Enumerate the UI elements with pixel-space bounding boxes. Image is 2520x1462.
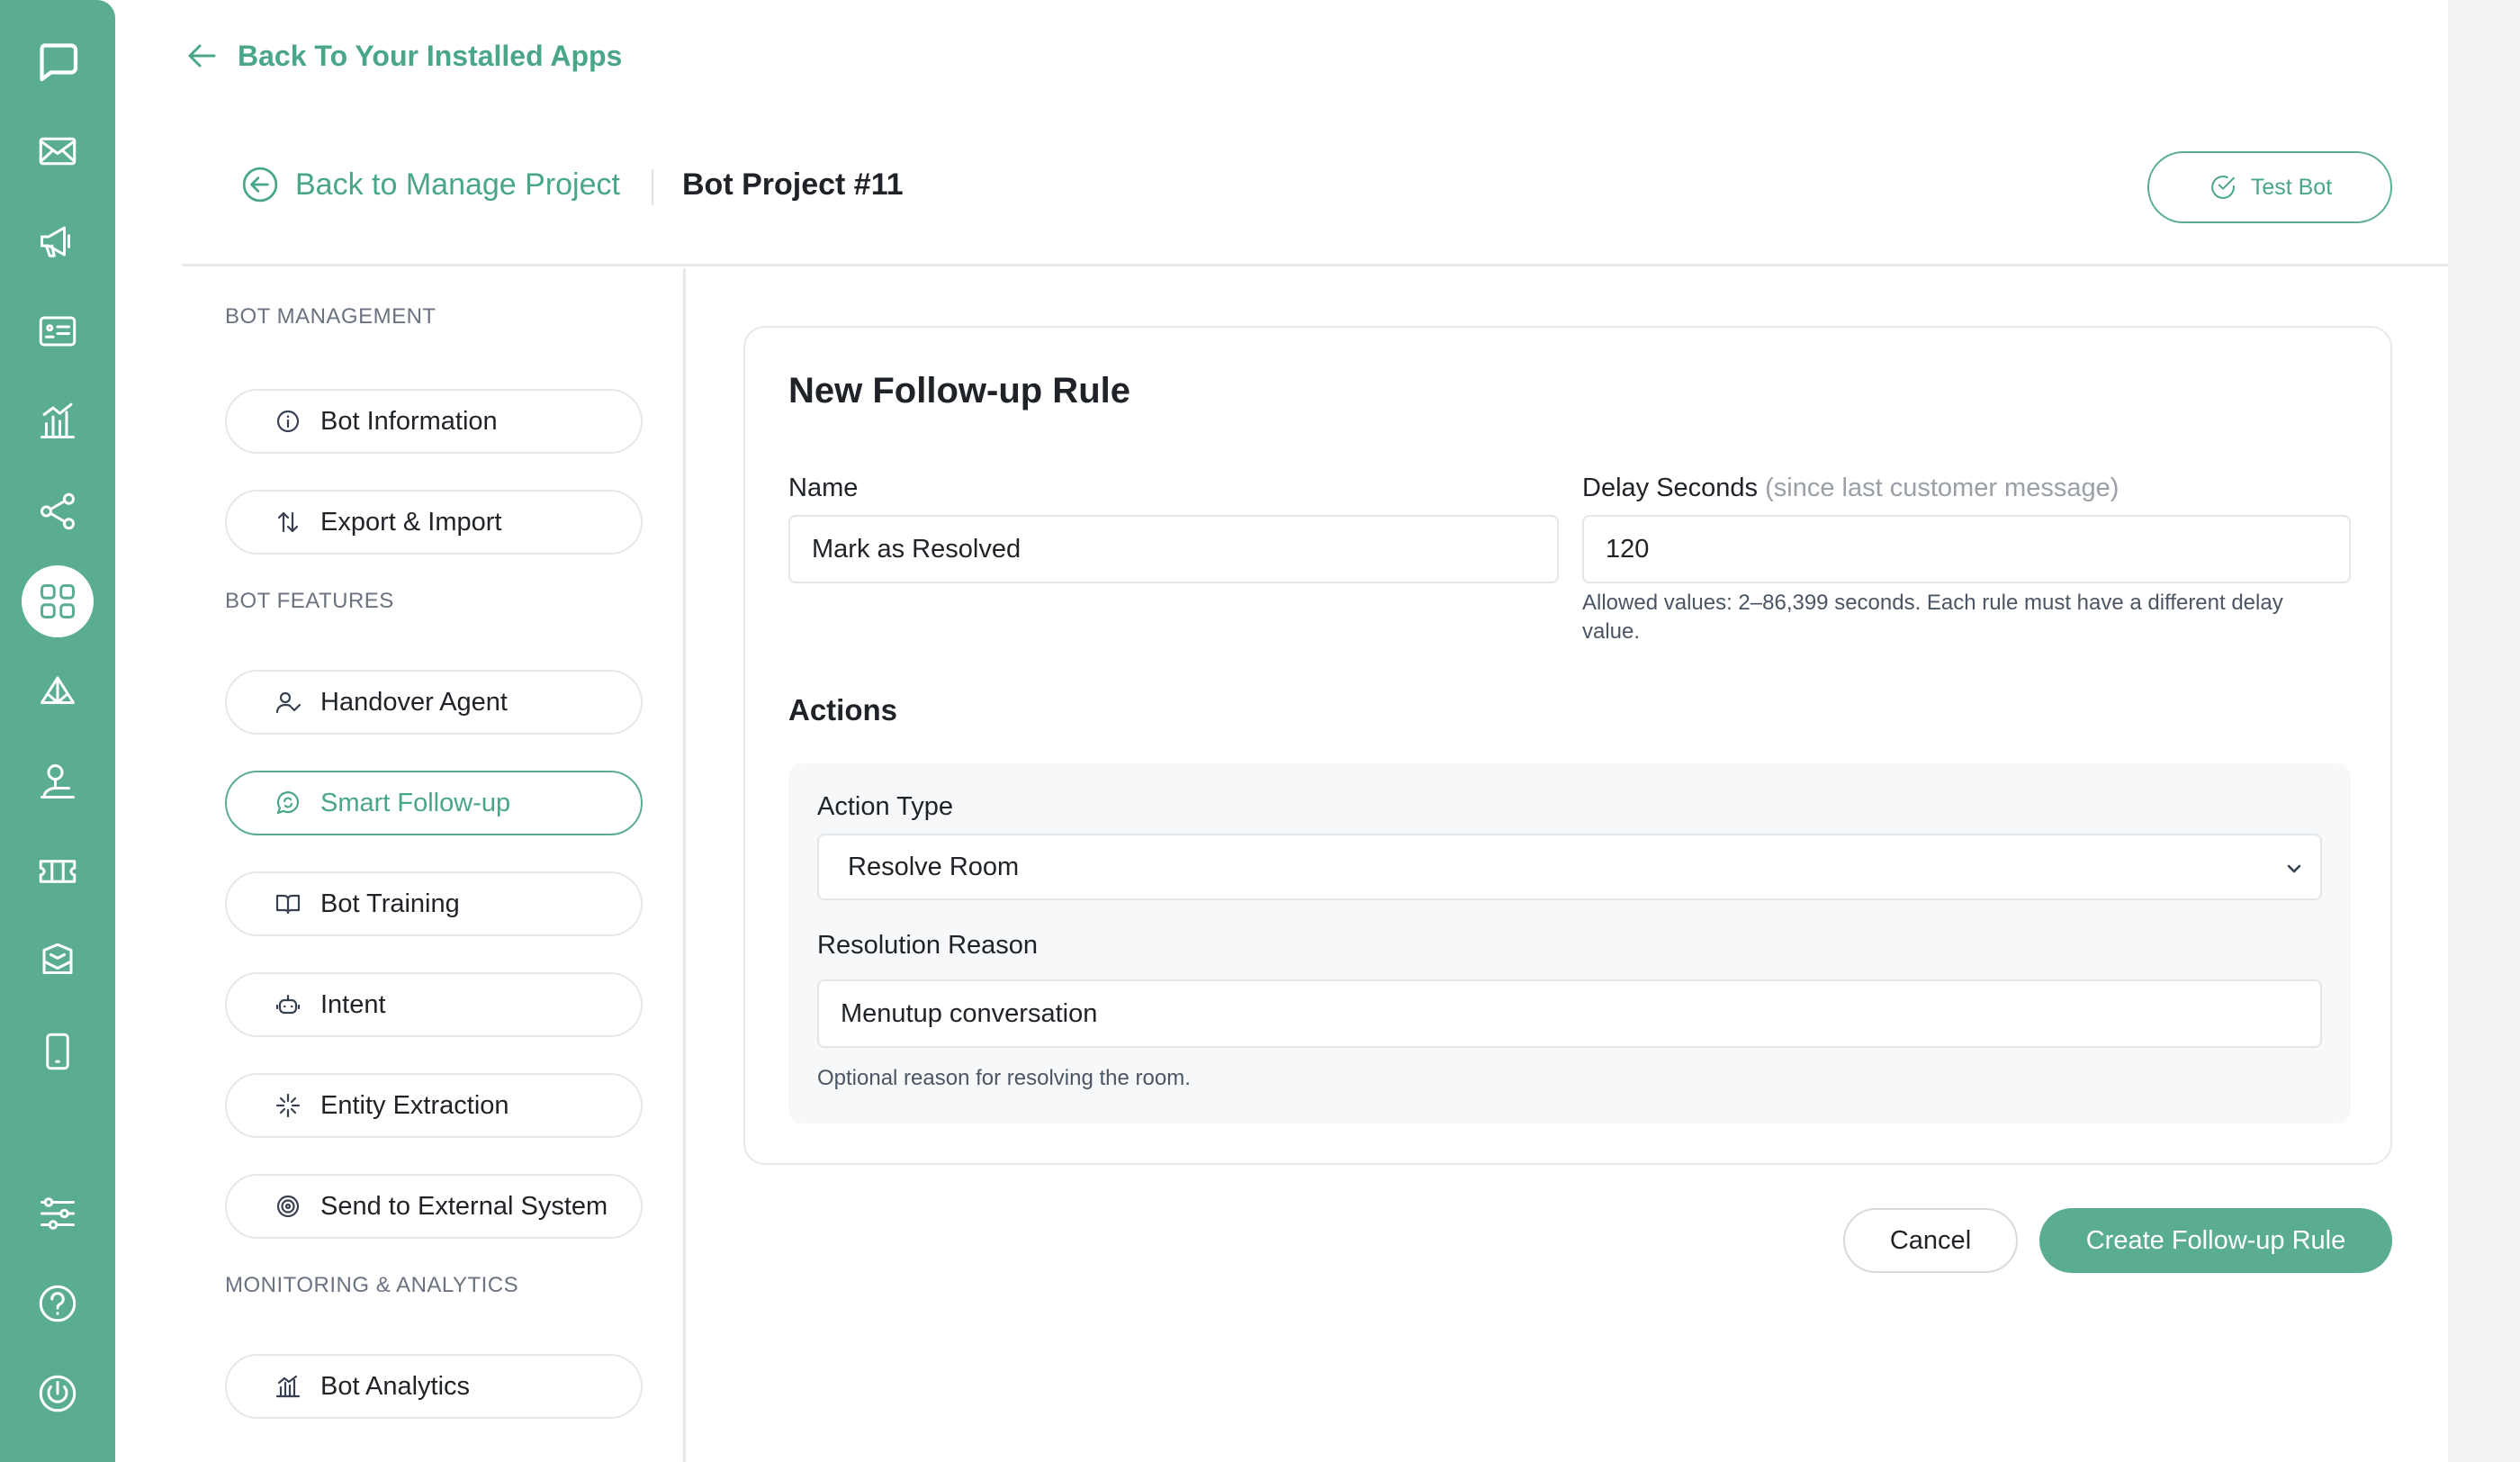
action-type-label: Action Type <box>817 792 954 821</box>
action-panel: Action Type Resolve Room Resolution Reas… <box>788 763 2351 1124</box>
sidebar-item-label: Entity Extraction <box>320 1090 509 1120</box>
right-gutter <box>2448 0 2520 1462</box>
chat-refresh-icon <box>276 791 300 815</box>
create-follow-up-rule-button[interactable]: Create Follow-up Rule <box>2039 1208 2392 1273</box>
cancel-button[interactable]: Cancel <box>1843 1208 2018 1273</box>
sidebar-item-label: Bot Information <box>320 406 498 436</box>
section-title-bot-management: BOT MANAGEMENT <box>225 304 436 329</box>
check-circle-icon <box>2210 176 2235 199</box>
form-title: New Follow-up Rule <box>788 371 1130 411</box>
sidebar-item-bot-analytics[interactable]: Bot Analytics <box>225 1354 643 1419</box>
sidebar-item-entity-extraction[interactable]: Entity Extraction <box>225 1073 643 1138</box>
swap-vertical-icon <box>277 511 299 533</box>
info-icon <box>276 410 300 433</box>
back-to-manage-project-link[interactable]: Back to Manage Project <box>241 166 620 203</box>
chevron-down-icon <box>2287 864 2301 873</box>
actions-title: Actions <box>788 693 898 726</box>
inbox-icon[interactable] <box>22 925 94 997</box>
follow-up-rule-form: New Follow-up Rule Name Mark as Resolved… <box>743 326 2392 1165</box>
integration-icon[interactable] <box>22 655 94 727</box>
app-rail <box>0 0 115 1462</box>
power-icon[interactable] <box>22 1358 94 1430</box>
name-label: Name <box>788 474 859 502</box>
delay-seconds-help: Allowed values: 2–86,399 seconds. Each r… <box>1582 589 2351 646</box>
delay-seconds-help-line1: Allowed values: 2–86,399 seconds. Each r… <box>1582 591 2283 615</box>
delay-seconds-input[interactable]: 120 <box>1582 515 2351 583</box>
sidebar-item-label: Smart Follow-up <box>320 788 511 817</box>
agent-icon[interactable] <box>22 745 94 817</box>
back-to-installed-apps-link[interactable]: Back To Your Installed Apps <box>184 38 622 74</box>
sidebar-item-label: Handover Agent <box>320 687 508 717</box>
resolution-reason-input[interactable]: Menutup conversation <box>817 979 2322 1048</box>
sidebar-item-bot-training[interactable]: Bot Training <box>225 871 643 936</box>
back-to-manage-project-label: Back to Manage Project <box>295 167 620 202</box>
bar-chart-icon <box>275 1375 301 1398</box>
sidebar-item-intent[interactable]: Intent <box>225 972 643 1037</box>
delay-seconds-label-text: Delay Seconds <box>1582 474 1759 502</box>
resolution-reason-label: Resolution Reason <box>817 931 1039 960</box>
sidebar-item-bot-information[interactable]: Bot Information <box>225 389 643 454</box>
user-check-icon <box>275 691 302 714</box>
settings-sliders-icon[interactable] <box>22 1178 94 1250</box>
delay-seconds-hint: (since last customer message) <box>1765 474 2120 502</box>
sidebar-item-export-import[interactable]: Export & Import <box>225 490 643 555</box>
sidebar-item-label: Export & Import <box>320 507 502 537</box>
sidebar-item-handover-agent[interactable]: Handover Agent <box>225 670 643 735</box>
sidebar-item-label: Bot Analytics <box>320 1371 471 1401</box>
sparkle-icon <box>275 1093 301 1118</box>
analytics-icon[interactable] <box>22 385 94 457</box>
contact-card-icon[interactable] <box>22 295 94 367</box>
name-input[interactable]: Mark as Resolved <box>788 515 1559 583</box>
help-icon[interactable] <box>22 1268 94 1340</box>
megaphone-icon[interactable] <box>22 205 94 277</box>
page-title: Bot Project #11 <box>682 167 904 202</box>
delay-seconds-help-line2: value. <box>1582 619 1641 644</box>
project-header: Back to Manage Project Bot Project #11 T… <box>182 135 2448 266</box>
sidebar-item-send-to-external-system[interactable]: Send to External System <box>225 1174 643 1239</box>
bot-settings-sidebar: BOT MANAGEMENT Bot Information Export & … <box>182 268 686 1462</box>
chat-icon[interactable] <box>22 25 94 97</box>
mail-icon[interactable] <box>22 115 94 187</box>
test-bot-label: Test Bot <box>2250 174 2333 200</box>
action-type-select[interactable]: Resolve Room <box>817 834 2322 900</box>
robot-icon <box>275 994 301 1015</box>
test-bot-button[interactable]: Test Bot <box>2147 151 2392 223</box>
apps-grid-icon[interactable] <box>22 565 94 637</box>
mobile-icon[interactable] <box>22 1015 94 1087</box>
book-icon <box>275 894 301 915</box>
sidebar-item-label: Send to External System <box>320 1191 608 1221</box>
section-title-monitoring-analytics: MONITORING & ANALYTICS <box>225 1273 519 1297</box>
action-type-selected-value: Resolve Room <box>848 852 1020 881</box>
delay-seconds-label: Delay Seconds (since last customer messa… <box>1582 474 2119 503</box>
share-icon[interactable] <box>22 475 94 547</box>
sidebar-item-smart-follow-up[interactable]: Smart Follow-up <box>225 771 643 835</box>
target-icon <box>276 1195 300 1218</box>
header-separator <box>652 169 653 205</box>
circle-arrow-left-icon <box>242 167 278 203</box>
resolution-reason-help: Optional reason for resolving the room. <box>817 1066 1191 1090</box>
back-to-installed-apps-label: Back To Your Installed Apps <box>238 39 623 72</box>
ticket-icon[interactable] <box>22 835 94 907</box>
sidebar-item-label: Bot Training <box>320 889 460 918</box>
arrow-left-icon <box>188 44 216 68</box>
sidebar-item-label: Intent <box>320 989 386 1019</box>
section-title-bot-features: BOT FEATURES <box>225 589 394 613</box>
